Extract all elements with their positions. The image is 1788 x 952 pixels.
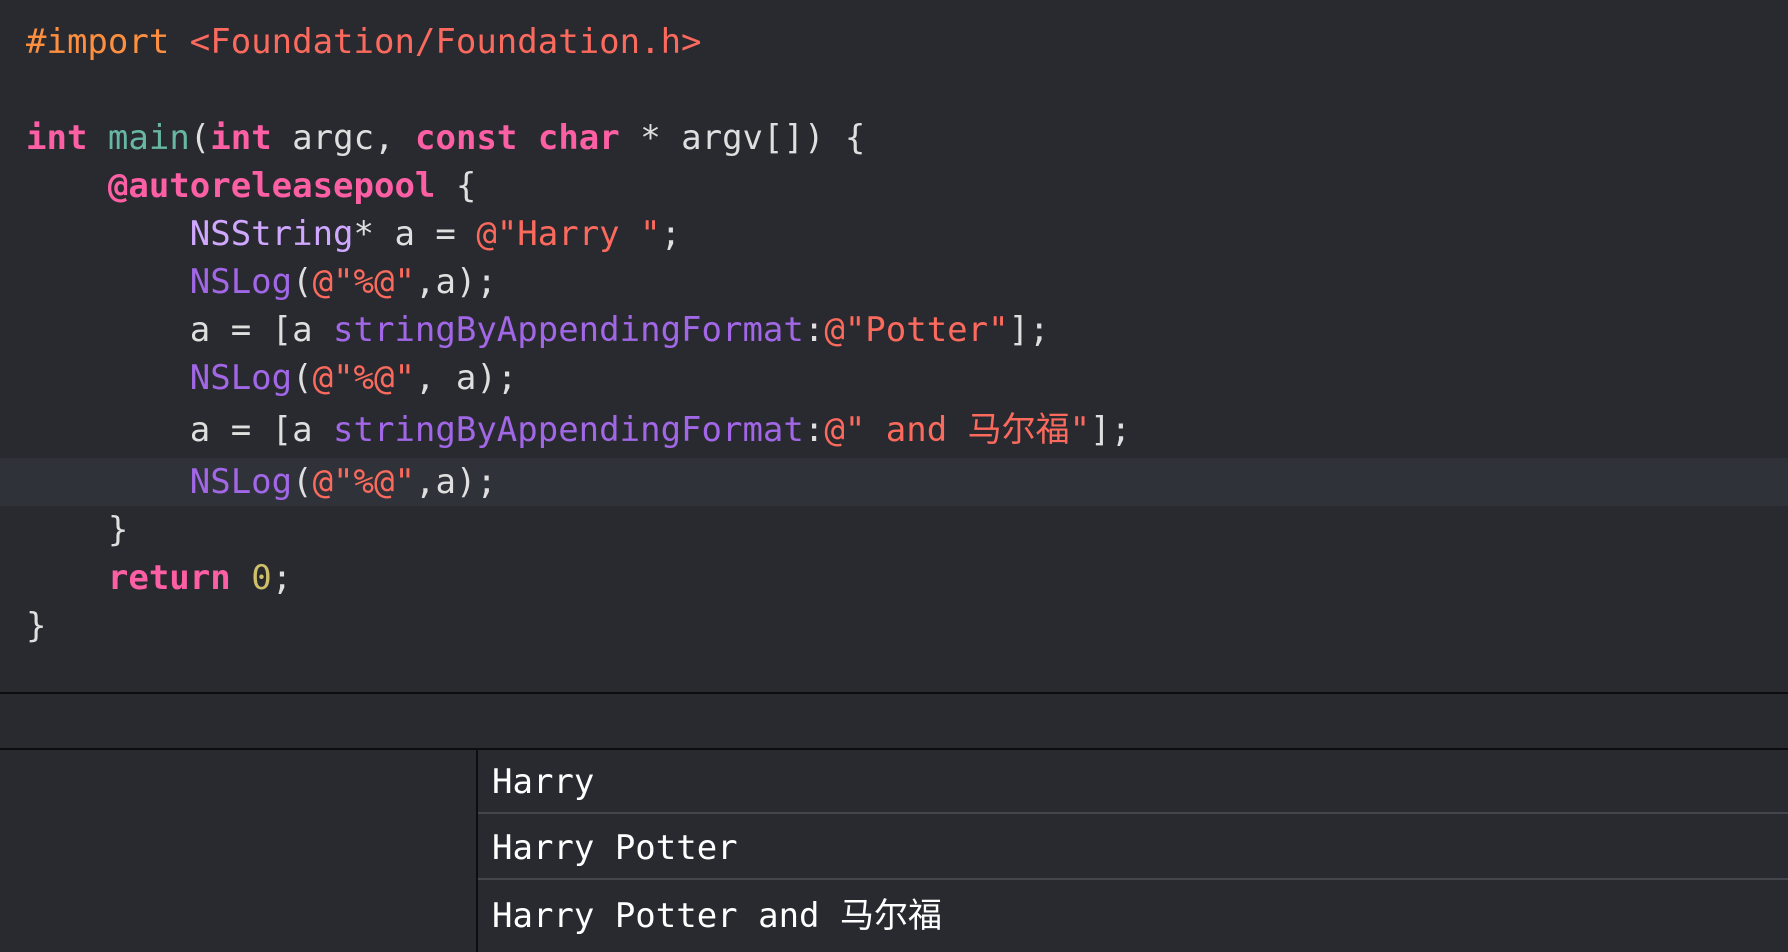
code-token: @autoreleasepool (107, 166, 436, 206)
code-token: <Foundation/Foundation.h> (189, 22, 702, 62)
code-token: : (803, 310, 825, 350)
code-token: { (435, 166, 477, 206)
code-token: @" and 马尔福" (824, 410, 1091, 450)
code-token: argc, (271, 118, 415, 158)
code-token: char (537, 118, 620, 158)
code-editor[interactable]: #import <Foundation/Foundation.h> int ma… (0, 0, 1788, 692)
code-token: @"Potter" (824, 310, 1009, 350)
code-line[interactable]: } (0, 506, 1788, 554)
code-line[interactable]: NSLog(@"%@", a); (0, 354, 1788, 402)
code-token: main (107, 118, 190, 158)
debug-bar (0, 694, 1788, 748)
code-line[interactable]: a = [a stringByAppendingFormat:@"Potter"… (0, 306, 1788, 354)
code-token: ( (292, 462, 313, 502)
code-token: @"%@" (312, 462, 415, 502)
code-line[interactable] (0, 66, 1788, 114)
code-token: #import (26, 22, 190, 62)
code-token: NSLog (189, 462, 293, 502)
code-token: ; (660, 214, 682, 254)
console-row-separator (478, 878, 1788, 880)
code-line[interactable]: NSLog(@"%@",a); (0, 258, 1788, 306)
code-token: : (803, 410, 825, 450)
code-token: ]; (1008, 310, 1050, 350)
code-token: NSLog (189, 262, 293, 302)
code-token: @"Harry " (476, 214, 661, 254)
code-token: a = [a (26, 410, 334, 450)
code-token: @"%@" (312, 262, 415, 302)
code-line[interactable]: @autoreleasepool { (0, 162, 1788, 210)
code-line[interactable]: } (0, 602, 1788, 650)
code-token: stringByAppendingFormat (333, 310, 804, 350)
code-token: const (415, 118, 518, 158)
variables-view[interactable] (0, 750, 476, 952)
current-code-line[interactable]: NSLog(@"%@",a); (0, 458, 1788, 506)
console-line: Harry (492, 762, 595, 802)
console-row-separator (478, 812, 1788, 814)
code-line[interactable]: return 0; (0, 554, 1788, 602)
console-line: Harry Potter (492, 828, 738, 868)
code-line[interactable]: NSString* a = @"Harry "; (0, 210, 1788, 258)
code-token: ; (271, 558, 293, 598)
code-token: ,a); (414, 462, 497, 502)
code-token: 0 (251, 558, 272, 598)
code-token: @"%@" (312, 358, 415, 398)
code-token: NSString (189, 214, 354, 254)
code-token: } (26, 510, 129, 550)
code-token: return (107, 558, 231, 598)
code-token: int (26, 118, 88, 158)
code-token: int (210, 118, 272, 158)
code-token: } (26, 606, 47, 646)
code-token: a = [a (26, 310, 334, 350)
code-token: * a = (353, 214, 477, 254)
code-token: NSLog (189, 358, 293, 398)
code-token: ( (292, 262, 313, 302)
code-line[interactable]: a = [a stringByAppendingFormat:@" and 马尔… (0, 406, 1788, 454)
console-output[interactable]: Harry Harry Potter Harry Potter and 马尔福 (478, 750, 1788, 952)
code-line[interactable]: int main(int argc, const char * argv[]) … (0, 114, 1788, 162)
code-token: stringByAppendingFormat (333, 410, 804, 450)
console-line: Harry Potter and 马尔福 (492, 896, 942, 936)
code-line[interactable]: #import <Foundation/Foundation.h> (0, 18, 1788, 66)
code-token: ( (189, 118, 211, 158)
code-token: * argv[]) { (619, 118, 866, 158)
code-token: ,a); (414, 262, 497, 302)
code-token: , a); (414, 358, 518, 398)
code-token: ( (292, 358, 313, 398)
code-token: ]; (1090, 410, 1132, 450)
